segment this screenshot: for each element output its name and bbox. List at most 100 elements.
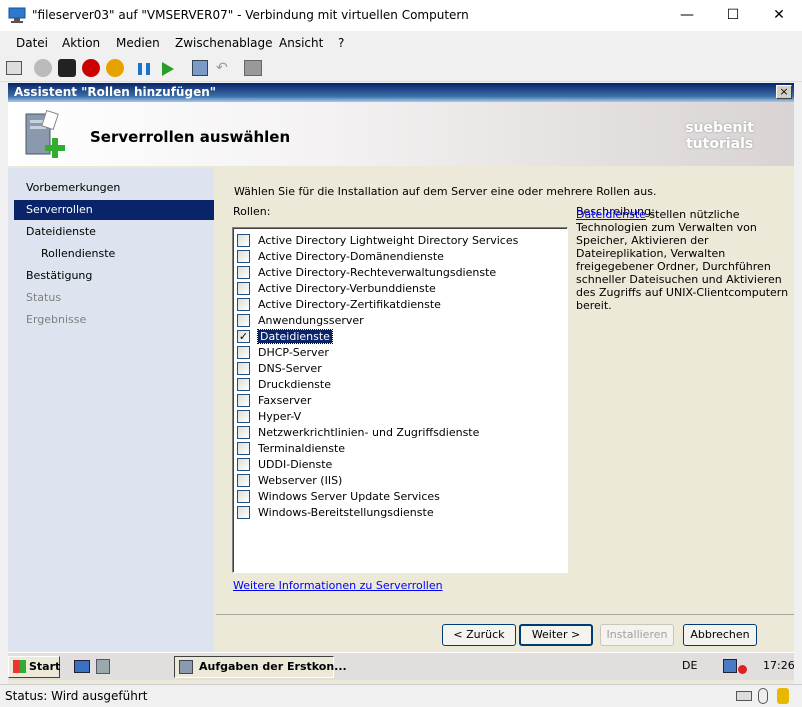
- menu-datei[interactable]: Datei: [16, 36, 48, 50]
- menu-aktion[interactable]: Aktion: [62, 36, 100, 50]
- nav-item-vorbemerkungen[interactable]: Vorbemerkungen: [26, 178, 120, 198]
- next-button[interactable]: Weiter >: [519, 624, 593, 646]
- roles-list[interactable]: Active Directory Lightweight Directory S…: [232, 227, 568, 573]
- revert-icon[interactable]: ↶: [216, 60, 228, 76]
- list-item[interactable]: Webserver (IIS): [237, 472, 342, 488]
- role-label: Active Directory-Domänendienste: [258, 249, 444, 263]
- list-item[interactable]: Active Directory-Verbunddienste: [237, 280, 436, 296]
- list-item[interactable]: Active Directory-Zertifikatdienste: [237, 296, 441, 312]
- language-indicator[interactable]: DE: [682, 659, 697, 672]
- role-checkbox[interactable]: [237, 489, 250, 503]
- list-item[interactable]: Active Directory Lightweight Directory S…: [237, 232, 518, 248]
- roles-label: Rollen:: [233, 205, 271, 218]
- list-item[interactable]: Faxserver: [237, 392, 311, 408]
- save-state-icon[interactable]: [106, 59, 124, 77]
- brand-line-1: suebenit: [685, 120, 754, 136]
- menu-medien[interactable]: Medien: [116, 36, 160, 50]
- role-checkbox[interactable]: [237, 505, 250, 519]
- minimize-button[interactable]: —: [664, 0, 710, 31]
- wizard-nav: Vorbemerkungen Serverrollen Dateidienste…: [8, 168, 214, 652]
- role-label: Faxserver: [258, 393, 312, 407]
- mouse-icon: [758, 688, 768, 704]
- role-label: Anwendungsserver: [258, 313, 364, 327]
- list-item[interactable]: DHCP-Server: [237, 344, 329, 360]
- taskbar-task[interactable]: Aufgaben der Erstkon...: [174, 656, 347, 678]
- description-link[interactable]: Dateidienste: [576, 208, 646, 221]
- nav-item-rollendienste[interactable]: Rollendienste: [41, 244, 115, 264]
- role-label: Webserver (IIS): [258, 473, 343, 487]
- role-label: Terminaldienste: [258, 441, 346, 455]
- show-desktop-icon[interactable]: [74, 660, 90, 673]
- more-info-link[interactable]: Weitere Informationen zu Serverrollen: [233, 579, 443, 592]
- list-item[interactable]: DNS-Server: [237, 360, 322, 376]
- nav-item-status: Status: [26, 291, 62, 304]
- start-button[interactable]: Start: [8, 656, 60, 678]
- reset-icon[interactable]: [162, 62, 174, 76]
- list-item[interactable]: Active Directory-Domänendienste: [237, 248, 444, 264]
- role-label: Windows-Bereitstellungsdienste: [258, 505, 434, 519]
- list-item[interactable]: Terminaldienste: [237, 440, 345, 456]
- list-item[interactable]: Druckdienste: [237, 376, 331, 392]
- role-label-selected: Dateidienste: [257, 328, 333, 344]
- guest-taskbar: Start Aufgaben der Erstkon... DE 17:26: [8, 652, 794, 680]
- shutdown-icon[interactable]: [82, 59, 100, 77]
- maximize-button[interactable]: ☐: [710, 0, 756, 31]
- keyboard-icon: [736, 691, 752, 701]
- error-icon[interactable]: [738, 665, 747, 674]
- role-checkbox[interactable]: [237, 425, 250, 439]
- role-label: DHCP-Server: [258, 345, 329, 359]
- role-checkbox[interactable]: [237, 345, 250, 359]
- list-item[interactable]: Windows Server Update Services: [237, 488, 440, 504]
- role-label: Windows Server Update Services: [258, 489, 440, 503]
- menu-zwischenablage[interactable]: Zwischenablage: [175, 36, 272, 50]
- toolbar: ↶: [0, 54, 802, 82]
- role-checkbox[interactable]: [237, 313, 250, 327]
- list-item[interactable]: Windows-Bereitstellungsdienste: [237, 504, 434, 520]
- role-checkbox[interactable]: [237, 265, 250, 279]
- role-checkbox[interactable]: [237, 377, 250, 391]
- back-button[interactable]: < Zurück: [442, 624, 516, 646]
- clock: 17:26: [763, 659, 794, 672]
- nav-item-serverrollen[interactable]: Serverrollen: [14, 200, 214, 220]
- role-checkbox[interactable]: [237, 393, 250, 407]
- list-item[interactable]: ✓ Dateidienste: [237, 328, 333, 344]
- nav-item-dateidienste[interactable]: Dateidienste: [26, 222, 96, 242]
- host-status-bar: Status: Wird ausgeführt: [0, 684, 802, 707]
- cancel-button[interactable]: Abbrechen: [683, 624, 757, 646]
- role-checkbox[interactable]: [237, 409, 250, 423]
- role-checkbox[interactable]: [237, 361, 250, 375]
- close-button[interactable]: ✕: [756, 0, 802, 31]
- pause-icon[interactable]: [138, 63, 150, 75]
- list-item[interactable]: Active Directory-Rechteverwaltungsdienst…: [237, 264, 496, 280]
- enhanced-session-icon[interactable]: [244, 60, 262, 76]
- snapshot-icon[interactable]: [192, 60, 208, 76]
- brand-watermark: suebenit tutorials: [685, 120, 754, 152]
- role-checkbox[interactable]: ✓: [237, 329, 250, 343]
- host-window-title: "fileserver03" auf "VMSERVER07" - Verbin…: [32, 8, 469, 22]
- network-icon[interactable]: [723, 659, 737, 673]
- role-checkbox[interactable]: [237, 281, 250, 295]
- role-checkbox[interactable]: [237, 249, 250, 263]
- role-checkbox[interactable]: [237, 473, 250, 487]
- role-checkbox[interactable]: [237, 297, 250, 311]
- nav-item-bestaetigung[interactable]: Bestätigung: [26, 266, 92, 286]
- start-icon[interactable]: [34, 59, 52, 77]
- role-checkbox[interactable]: [237, 457, 250, 471]
- install-button: Installieren: [600, 624, 674, 646]
- wizard-close-button[interactable]: ×: [776, 85, 792, 99]
- menu-ansicht[interactable]: Ansicht: [279, 36, 323, 50]
- list-item[interactable]: Netzwerkrichtlinien- und Zugriffsdienste: [237, 424, 479, 440]
- list-item[interactable]: UDDI-Dienste: [237, 456, 332, 472]
- server-roles-icon: [25, 110, 65, 158]
- wizard-content: Wählen Sie für die Installation auf dem …: [216, 168, 794, 652]
- list-item[interactable]: Anwendungsserver: [237, 312, 364, 328]
- role-checkbox[interactable]: [237, 441, 250, 455]
- status-text: Status: Wird ausgeführt: [5, 689, 148, 703]
- server-manager-icon[interactable]: [96, 659, 110, 674]
- ctrl-alt-del-icon[interactable]: [6, 61, 22, 75]
- turn-off-icon[interactable]: [58, 59, 76, 77]
- list-item[interactable]: Hyper-V: [237, 408, 301, 424]
- menu-help[interactable]: ?: [338, 36, 344, 50]
- role-checkbox[interactable]: [237, 233, 250, 247]
- wizard-title: Assistent "Rollen hinzufügen": [14, 85, 216, 99]
